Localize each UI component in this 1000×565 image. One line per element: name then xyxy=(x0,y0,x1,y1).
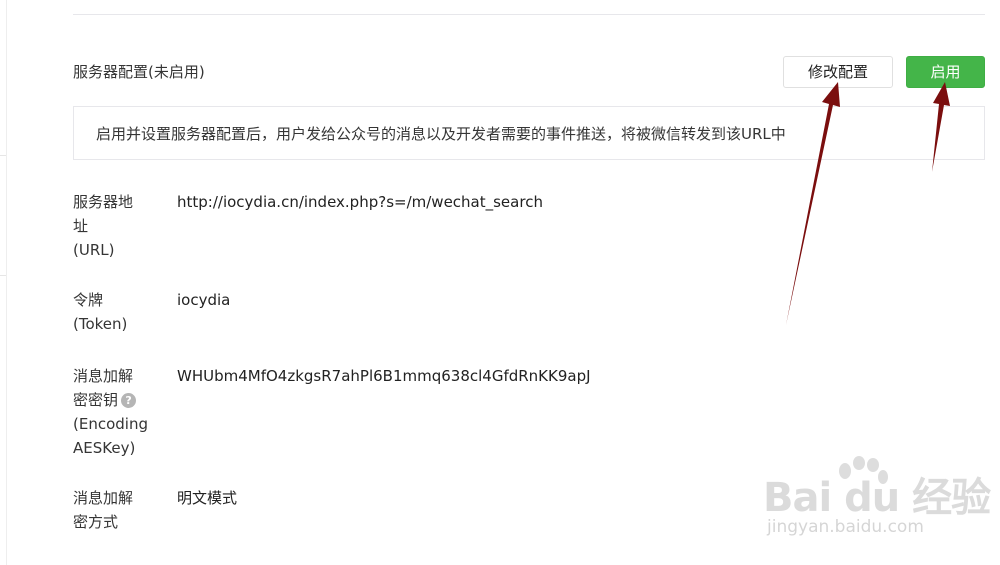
info-notice: 启用并设置服务器配置后，用户发给公众号的消息以及开发者需要的事件推送，将被微信转… xyxy=(73,106,985,160)
watermark-url: jingyan.baidu.com xyxy=(767,517,924,537)
label-line: 密密钥 xyxy=(73,391,119,409)
label-line-with-help: 密密钥? xyxy=(73,388,153,412)
label-line: 消息加解 xyxy=(73,367,134,385)
left-sidebar-border xyxy=(6,0,7,565)
label-line: 址 xyxy=(73,217,89,235)
field-value-aeskey: WHUbm4MfO4zkgsR7ahPl6B1mmq638cl4GfdRnKK9… xyxy=(177,367,591,385)
baidu-jingyan-watermark: Bai du 经验 jingyan.baidu.com xyxy=(763,455,993,555)
label-line: AESKey) xyxy=(73,439,136,457)
label-line: 服务器地 xyxy=(73,193,134,211)
field-value-url: http://iocydia.cn/index.php?s=/m/wechat_… xyxy=(177,193,543,211)
field-label-url: 服务器地 址 (URL) xyxy=(73,190,153,262)
label-line: (Encoding xyxy=(73,415,148,433)
help-icon[interactable]: ? xyxy=(121,393,137,408)
left-sidebar-tick xyxy=(0,275,6,276)
label-line: 消息加解 xyxy=(73,489,134,507)
label-line: (URL) xyxy=(73,241,115,259)
field-value-encrypt-mode: 明文模式 xyxy=(177,489,238,507)
left-sidebar-tick xyxy=(0,155,6,156)
field-value-token: iocydia xyxy=(177,291,231,309)
watermark-brand: Bai du 经验 xyxy=(763,475,991,521)
field-label-encrypt-mode: 消息加解 密方式 xyxy=(73,486,153,534)
label-line: 令牌 xyxy=(73,291,104,309)
server-config-page: 服务器配置(未启用) 修改配置 启用 启用并设置服务器配置后，用户发给公众号的消… xyxy=(0,0,1000,565)
field-label-token: 令牌 (Token) xyxy=(73,288,153,336)
field-label-aeskey: 消息加解 密密钥? (Encoding AESKey) xyxy=(73,364,153,460)
enable-button[interactable]: 启用 xyxy=(906,56,985,88)
section-title: 服务器配置(未启用) xyxy=(73,63,205,81)
label-line: (Token) xyxy=(73,315,128,333)
top-divider xyxy=(73,14,985,15)
label-line: 密方式 xyxy=(73,513,119,531)
modify-config-button[interactable]: 修改配置 xyxy=(783,56,893,88)
